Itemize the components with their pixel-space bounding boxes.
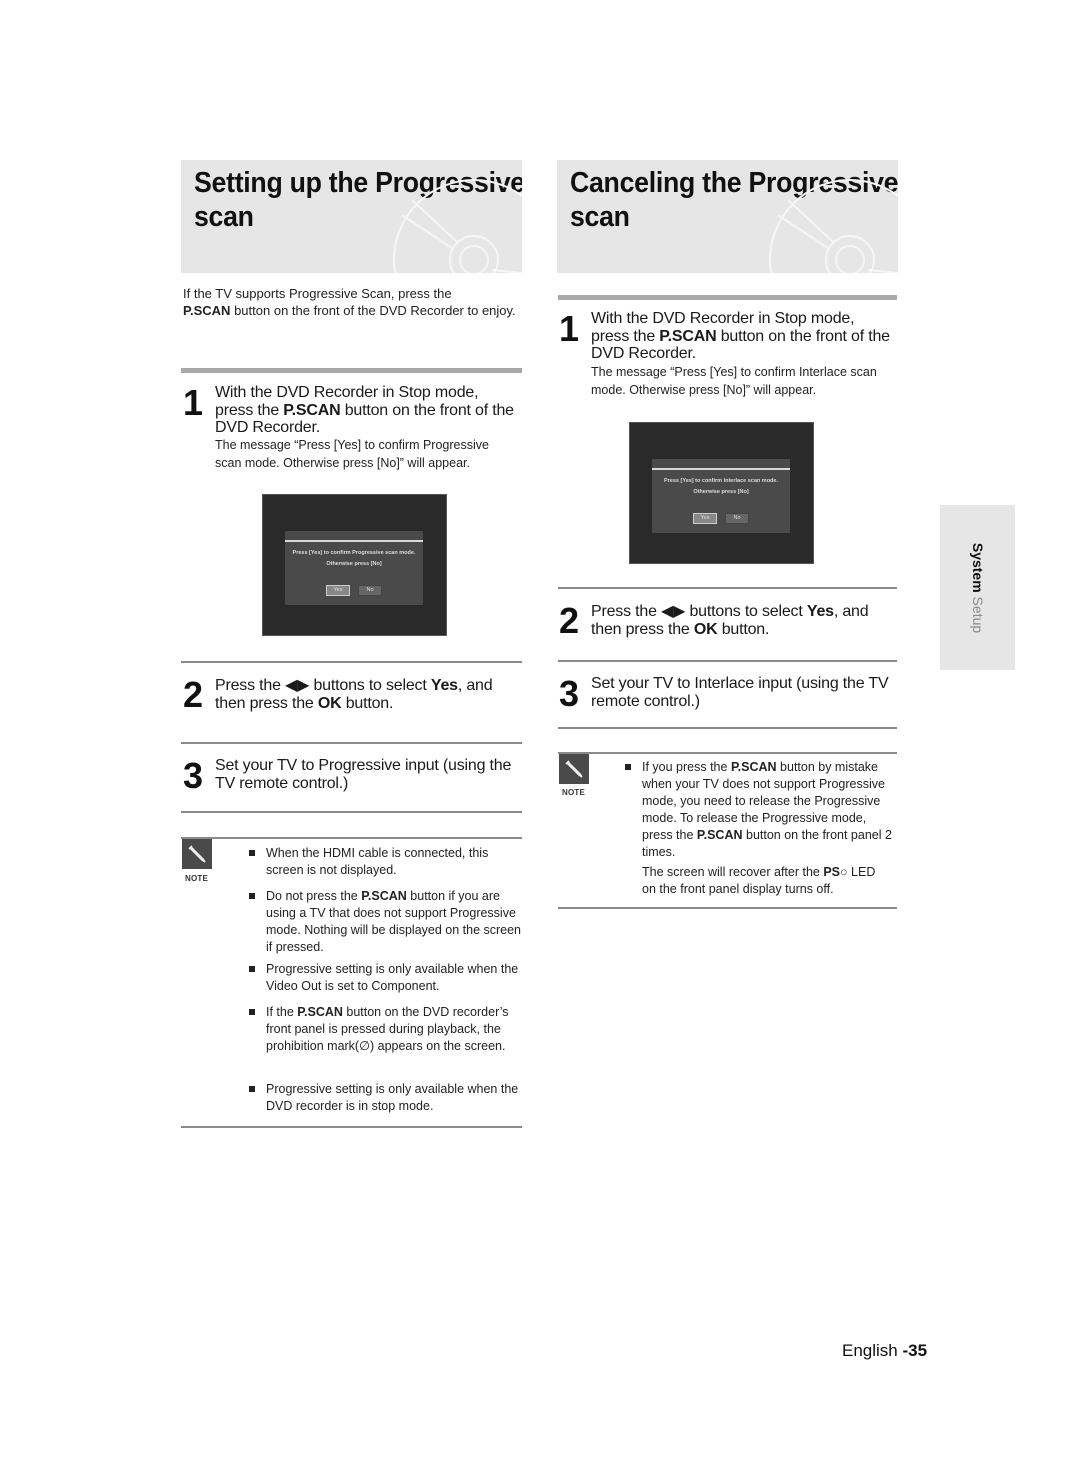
divider — [181, 811, 522, 813]
step-number: 2 — [183, 674, 204, 715]
no-button[interactable]: No — [725, 513, 749, 524]
step-number: 1 — [183, 382, 204, 423]
confirm-dialog: Press [Yes] to confirm Interlace scan mo… — [652, 459, 790, 533]
step-text: Set your TV to Interlace input (using th… — [591, 675, 889, 710]
step-text: Set your TV to Progressive input (using … — [215, 757, 512, 792]
divider — [181, 661, 522, 663]
step-number: 3 — [183, 755, 204, 796]
divider — [181, 1126, 522, 1128]
note-item: Progressive setting is only available wh… — [249, 961, 521, 995]
dialog-message: Press [Yes] to confirm Progressive scan … — [292, 550, 416, 556]
note-item: If the P.SCAN button on the DVD recorder… — [249, 1004, 521, 1055]
note-item: When the HDMI cable is connected, this s… — [249, 845, 521, 879]
divider — [558, 907, 897, 909]
divider — [558, 587, 897, 589]
note-item: Progressive setting is only available wh… — [249, 1081, 521, 1115]
disc-icon — [393, 179, 522, 273]
note-extra: The screen will recover after the PS○ LE… — [642, 865, 876, 896]
step-number: 2 — [559, 600, 580, 641]
step-text: With the DVD Recorder in Stop mode, pres… — [215, 384, 514, 436]
no-button[interactable]: No — [358, 585, 382, 596]
note-pencil-icon — [182, 839, 212, 869]
disc-icon — [769, 179, 898, 273]
step-text: Press the ◀▶ buttons to select Yes, and … — [591, 603, 869, 638]
page-number: English -35 — [842, 1341, 928, 1360]
note-pencil-icon — [559, 754, 589, 784]
dialog-message: Otherwise press [No] — [693, 489, 749, 495]
divider — [558, 727, 897, 729]
step-subtext: The message “Press [Yes] to confirm Prog… — [215, 438, 489, 470]
dialog-message: Press [Yes] to confirm Interlace scan mo… — [663, 478, 778, 484]
section-tab-label: System Setup — [969, 542, 986, 633]
note-item: If you press the P.SCAN button by mistak… — [625, 759, 892, 861]
note-label: NOTE — [185, 874, 209, 883]
step-number: 1 — [559, 308, 580, 349]
note-item: Do not press the P.SCAN button if you ar… — [249, 888, 521, 956]
left-intro: If the TV supports Progressive Scan, pre… — [183, 286, 516, 318]
divider — [181, 742, 522, 744]
yes-button[interactable]: Yes — [693, 513, 717, 524]
right-section-header: Canceling the Progressive scan — [557, 160, 898, 273]
divider — [558, 752, 897, 754]
divider — [181, 368, 522, 373]
dialog-title-bar — [285, 540, 423, 542]
step-number: 3 — [559, 673, 580, 714]
tv-screen-preview: Press [Yes] to confirm Progressive scan … — [262, 494, 447, 636]
step-text: With the DVD Recorder in Stop mode, pres… — [591, 310, 890, 362]
step-subtext: The message “Press [Yes] to confirm Inte… — [591, 365, 877, 397]
confirm-dialog: Press [Yes] to confirm Progressive scan … — [285, 531, 423, 605]
note-label: NOTE — [562, 788, 586, 797]
dialog-title-bar — [652, 468, 790, 470]
divider — [181, 837, 522, 839]
section-tab-system-setup: System Setup — [940, 505, 1015, 670]
step-text: Press the ◀▶ buttons to select Yes, and … — [215, 677, 493, 712]
left-section-header: Setting up the Progressive scan — [181, 160, 522, 273]
divider — [558, 295, 897, 300]
dialog-message: Otherwise press [No] — [326, 561, 382, 567]
yes-button[interactable]: Yes — [326, 585, 350, 596]
divider — [558, 660, 897, 662]
tv-screen-preview: Press [Yes] to confirm Interlace scan mo… — [629, 422, 814, 564]
